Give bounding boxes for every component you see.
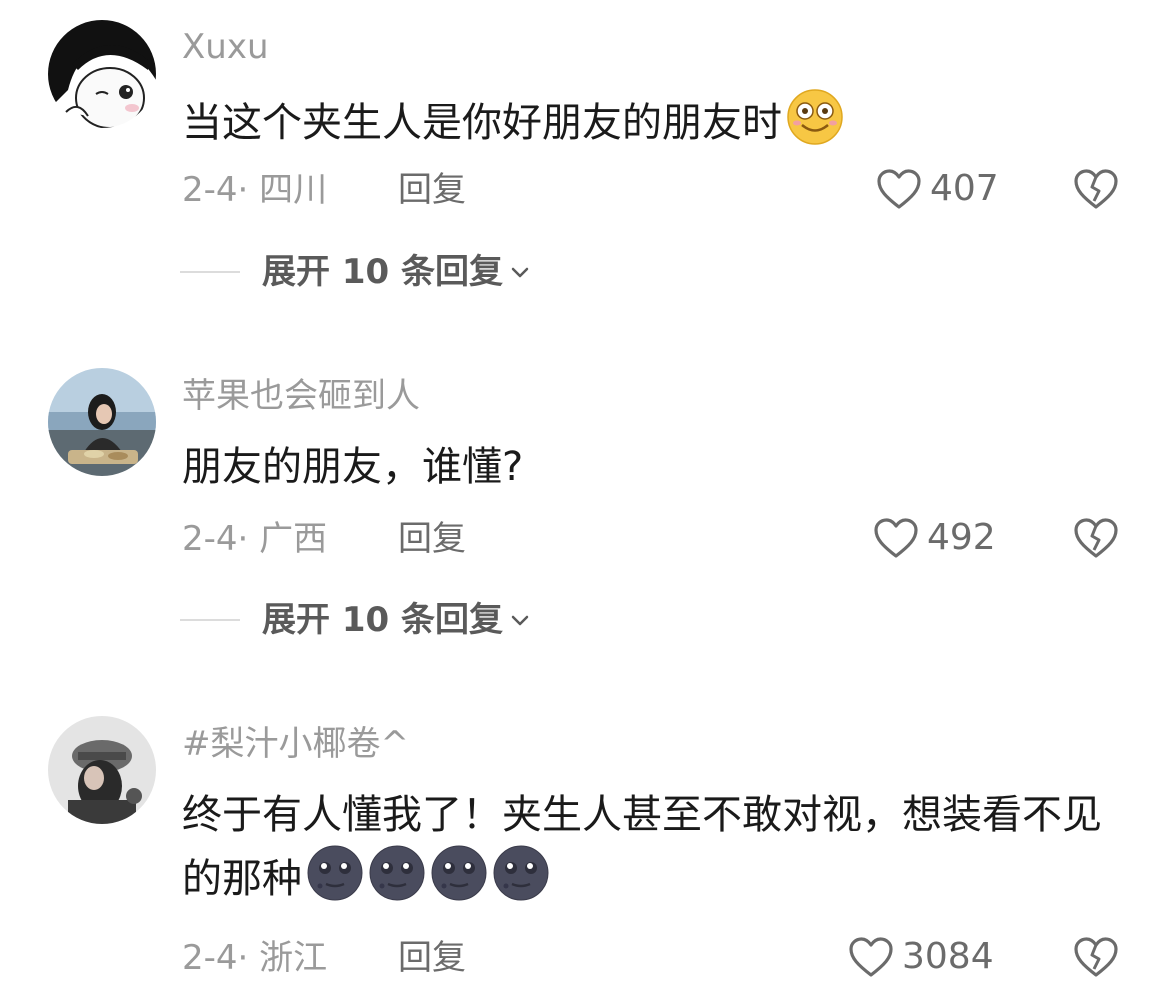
expand-replies-label: 展开 10 条回复 — [262, 600, 503, 640]
new-moon-face-emoji-icon — [306, 844, 364, 902]
reply-button[interactable]: 回复 — [398, 519, 466, 559]
expand-replies[interactable]: 展开 10 条回复 — [180, 600, 531, 640]
expand-replies-label: 展开 10 条回复 — [262, 252, 503, 292]
comment-text-content: 朋友的朋友，谁懂? — [182, 444, 524, 490]
like-count: 3084 — [902, 936, 994, 977]
divider-line — [180, 271, 240, 273]
username[interactable]: #梨汁小椰卷^ — [182, 724, 409, 764]
new-moon-face-emoji-icon — [492, 844, 550, 902]
heart-outline-icon — [849, 937, 893, 977]
username[interactable]: 苹果也会砸到人 — [182, 376, 420, 416]
heart-outline-icon — [877, 169, 921, 209]
avatar[interactable] — [48, 716, 156, 824]
reply-button[interactable]: 回复 — [398, 170, 466, 210]
avatar[interactable] — [48, 368, 156, 476]
like-button[interactable]: 3084 — [848, 936, 994, 978]
comment-text: 朋友的朋友，谁懂? — [182, 438, 1122, 496]
dislike-button[interactable] — [1073, 936, 1119, 982]
like-button[interactable]: 407 — [876, 168, 999, 210]
broken-heart-icon — [1074, 169, 1118, 209]
like-count: 492 — [927, 517, 996, 558]
comment-meta: 2-4· 广西 — [182, 519, 328, 559]
chevron-down-icon — [511, 267, 529, 278]
expand-replies[interactable]: 展开 10 条回复 — [180, 252, 531, 292]
comment-meta: 2-4· 浙江 — [182, 938, 328, 978]
heart-outline-icon — [874, 518, 918, 558]
comment-meta: 2-4· 四川 — [182, 170, 328, 210]
dislike-button[interactable] — [1073, 168, 1119, 214]
new-moon-face-emoji-icon — [430, 844, 488, 902]
new-moon-face-emoji-icon — [368, 844, 426, 902]
username[interactable]: Xuxu — [182, 27, 269, 67]
smile-emoji-icon — [786, 88, 844, 146]
comment-text-content: 当这个夹生人是你好朋友的朋友时 — [182, 100, 782, 146]
like-button[interactable]: 492 — [873, 517, 996, 559]
reply-button[interactable]: 回复 — [398, 938, 466, 978]
dislike-button[interactable] — [1073, 517, 1119, 563]
like-count: 407 — [930, 168, 999, 209]
comment-text: 终于有人懂我了！夹生人甚至不敢对视，想装看不见的那种 — [182, 786, 1122, 908]
broken-heart-icon — [1074, 937, 1118, 977]
broken-heart-icon — [1074, 518, 1118, 558]
comment-text: 当这个夹生人是你好朋友的朋友时 — [182, 88, 1122, 152]
chevron-down-icon — [511, 615, 529, 626]
divider-line — [180, 619, 240, 621]
avatar[interactable] — [48, 20, 156, 128]
